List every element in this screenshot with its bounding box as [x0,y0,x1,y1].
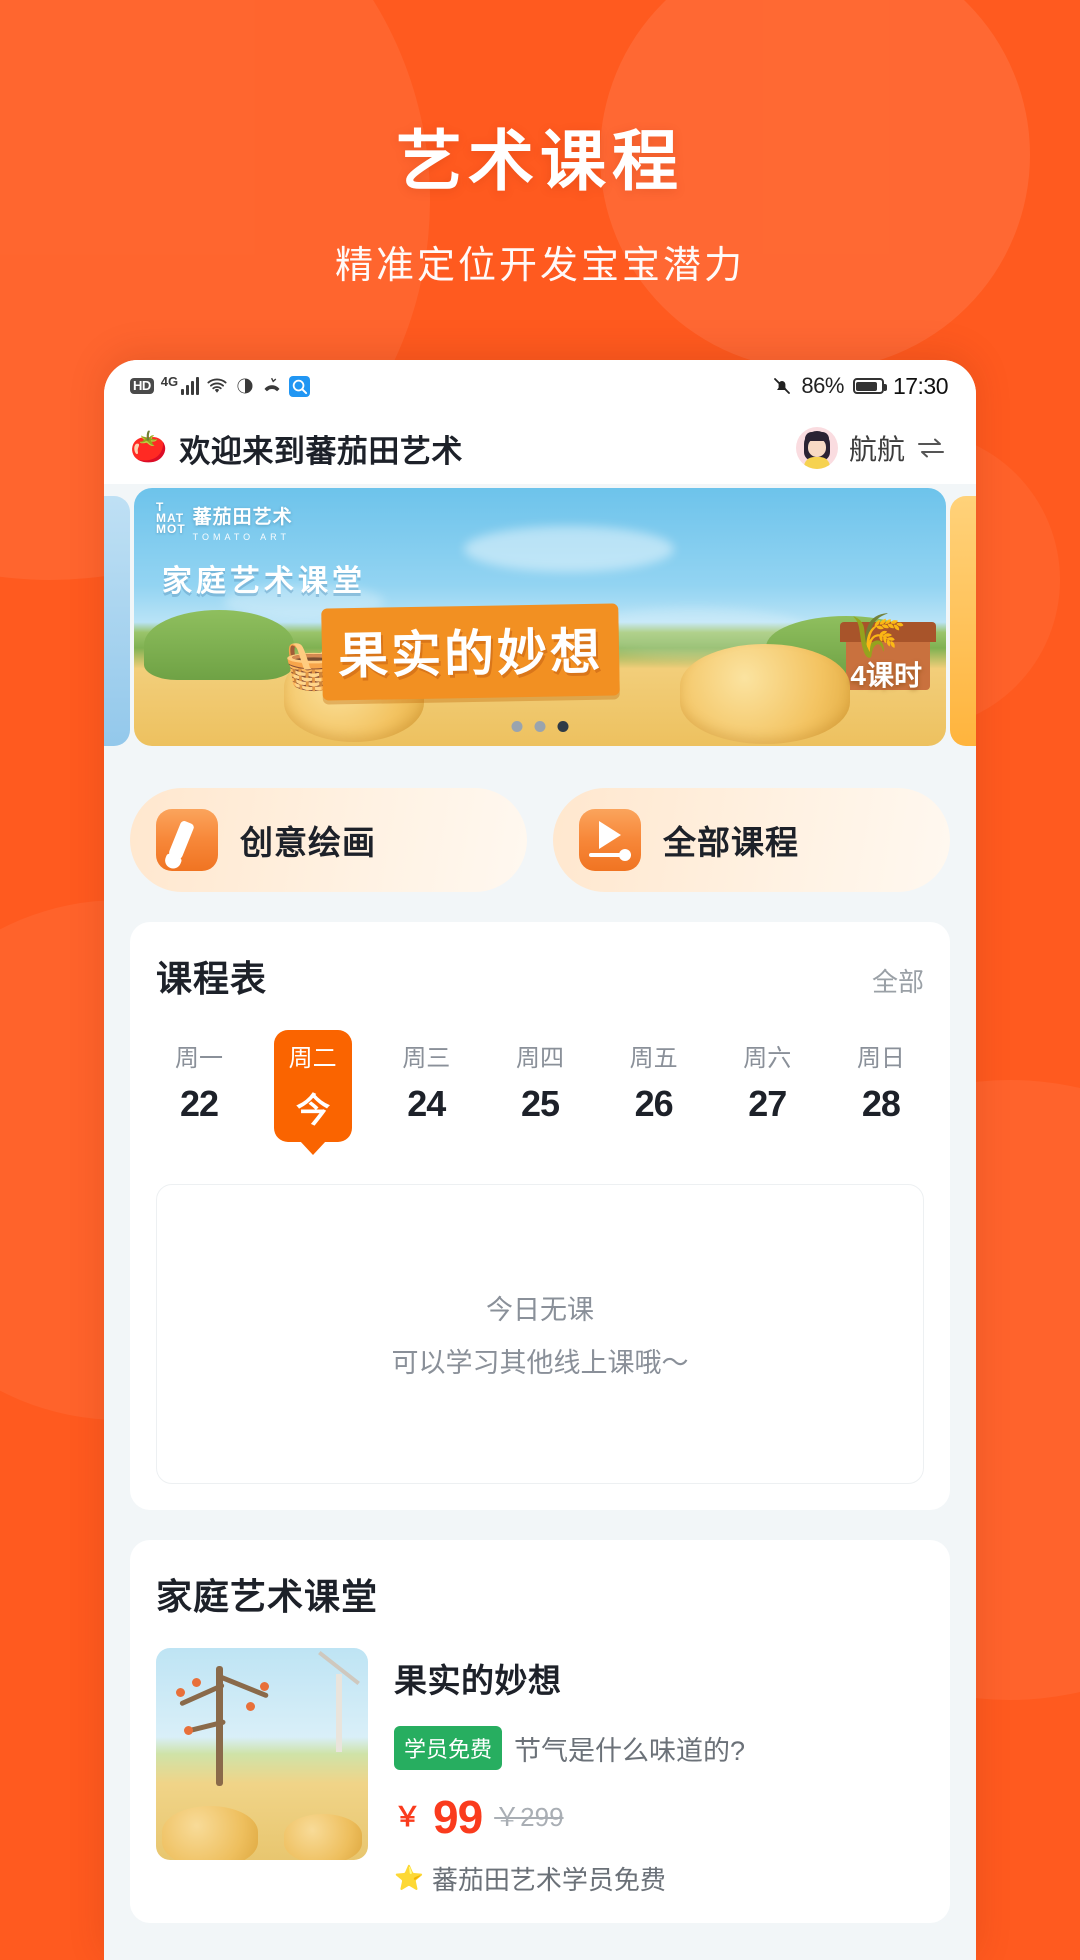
schedule-card: 课程表 全部 周一 22 周二 今 周三 24 周四 25 周五 26 周六 2… [130,922,950,1510]
wifi-icon [206,377,228,395]
day-date: 24 [407,1083,446,1124]
quick-action-all-courses[interactable]: 全部课程 [553,788,950,892]
price-current: 99 [433,1791,483,1843]
brush-icon [156,809,218,871]
price-row: ￥ 99 ￥299 [394,1791,924,1843]
day-weekday: 周三 [402,1045,451,1072]
day-weekday: 周六 [743,1045,792,1072]
day-weekday: 周四 [515,1045,564,1072]
banner-headline: 果实的妙想 [337,623,604,685]
day-date: 28 [861,1083,901,1124]
day-date: 22 [179,1083,219,1124]
quick-action-creative-drawing[interactable]: 创意绘画 [130,788,527,892]
banner-peek-next[interactable] [950,496,976,746]
signal-bars-icon [181,377,200,395]
family-class-header: 家庭艺术课堂 [156,1568,924,1620]
welcome-title: 欢迎来到蕃茄田艺术 [179,433,463,469]
course-note-row: ⭐ 蕃茄田艺术学员免费 [394,1860,924,1897]
play-video-icon [579,809,641,871]
course-info: 果实的妙想 学员免费 节气是什么味道的? ￥ 99 ￥299 ⭐ 蕃茄田艺术学员… [394,1648,924,1897]
schedule-card-header: 课程表 全部 [156,950,924,1002]
week-strip: 周一 22 周二 今 周三 24 周四 25 周五 26 周六 27 周日 28 [156,1030,924,1142]
day-cell-thursday[interactable]: 周四 25 [501,1030,579,1142]
family-class-title: 家庭艺术课堂 [156,1576,379,1617]
day-cell-tuesday-selected[interactable]: 周二 今 [273,1030,352,1142]
switch-account-icon[interactable] [916,437,946,459]
user-switcher[interactable]: 航航 [795,427,946,469]
carousel-dot[interactable] [511,721,523,732]
hero-section: 艺术课程 精准定位开发宝宝潜力 [0,0,1080,289]
price-original: ￥299 [494,1801,564,1832]
star-icon: ⭐ [394,1864,424,1892]
hd-icon: HD [130,377,154,395]
day-date: 25 [520,1083,560,1124]
day-date: 27 [748,1083,787,1124]
network-type-label: 4G [160,373,179,389]
day-weekday: 周一 [175,1045,223,1072]
course-description: 节气是什么味道的? [514,1735,746,1766]
phone-mockup: HD 4G 86% 17:30 � [104,360,976,1960]
course-note: 蕃茄田艺术学员免费 [431,1864,666,1895]
course-list-item[interactable]: 果实的妙想 学员免费 节气是什么味道的? ￥ 99 ￥299 ⭐ 蕃茄田艺术学员… [156,1648,924,1897]
day-date: 26 [634,1083,674,1124]
user-name-label: 航航 [848,434,905,465]
banner-headline-badge: 果实的妙想 [321,603,620,701]
day-cell-monday[interactable]: 周一 22 [160,1030,238,1142]
currency-symbol: ￥ [394,1801,421,1832]
deco-bush [144,610,294,680]
day-weekday: 周二 [288,1045,337,1072]
carousel-dots[interactable] [511,721,569,732]
page-title: 艺术课程 [396,124,684,198]
day-cell-friday[interactable]: 周五 26 [615,1030,693,1142]
search-icon[interactable] [289,375,311,397]
deco-haybale [680,644,850,744]
brand-logo-en: TOMATO ART [192,532,291,542]
tomato-icon: 🍅 [130,431,168,464]
day-cell-wednesday[interactable]: 周三 24 [387,1030,465,1142]
course-thumbnail [156,1648,368,1860]
day-weekday: 周日 [856,1045,905,1072]
battery-percent-label: 86% [801,373,844,398]
empty-state-line1: 今日无课 [486,1295,594,1325]
eye-icon [235,377,255,395]
bell-off-icon [772,376,792,396]
app-header: 🍅 欢迎来到蕃茄田艺术 航航 [104,412,976,484]
battery-icon [852,378,887,394]
day-cell-sunday[interactable]: 周日 28 [842,1030,920,1142]
brand-logo: T MAT MOT 蕃茄田艺术 TOMATO ART [156,500,293,542]
brand-logo-mark: T MAT MOT [156,500,186,536]
carousel-dot-active[interactable] [557,721,569,732]
family-class-card: 家庭艺术课堂 果实的妙想 学员免费 节气是什么味道的? ￥ 99 ￥299 ⭐ … [130,1540,950,1923]
course-name: 果实的妙想 [394,1662,562,1699]
quick-actions: 创意绘画 全部课程 [104,754,976,892]
day-cell-saturday[interactable]: 周六 27 [728,1030,806,1142]
avatar[interactable] [795,427,838,469]
quick-action-label: 全部课程 [663,824,799,861]
quick-action-label: 创意绘画 [240,824,376,861]
page-subtitle: 精准定位开发宝宝潜力 [334,245,745,287]
banner-subtitle: 家庭艺术课堂 [162,565,366,598]
brand-logo-zh: 蕃茄田艺术 [192,507,293,528]
carousel-dot[interactable] [534,721,546,732]
course-tag-row: 学员免费 节气是什么味道的? [394,1726,924,1770]
day-date: 今 [296,1092,330,1130]
banner-carousel[interactable]: T MAT MOT 蕃茄田艺术 TOMATO ART 家庭艺术课堂 🧺 🌾 果实… [104,488,976,754]
status-badge: 学员免费 [394,1726,503,1770]
schedule-title: 课程表 [156,958,268,999]
status-bar: HD 4G 86% 17:30 [104,360,976,412]
call-icon [262,377,282,395]
banner-lesson-count: 4课时 [850,660,922,691]
welcome-block: 🍅 欢迎来到蕃茄田艺术 [130,426,463,471]
schedule-more-link[interactable]: 全部 [872,962,924,999]
schedule-empty-state: 今日无课 可以学习其他线上课哦～ [156,1184,924,1484]
empty-state-line2: 可以学习其他线上课哦～ [391,1348,689,1378]
banner-peek-previous[interactable] [104,496,130,746]
clock-label: 17:30 [892,372,949,399]
day-weekday: 周五 [629,1045,678,1072]
banner-slide-active[interactable]: T MAT MOT 蕃茄田艺术 TOMATO ART 家庭艺术课堂 🧺 🌾 果实… [134,488,946,746]
